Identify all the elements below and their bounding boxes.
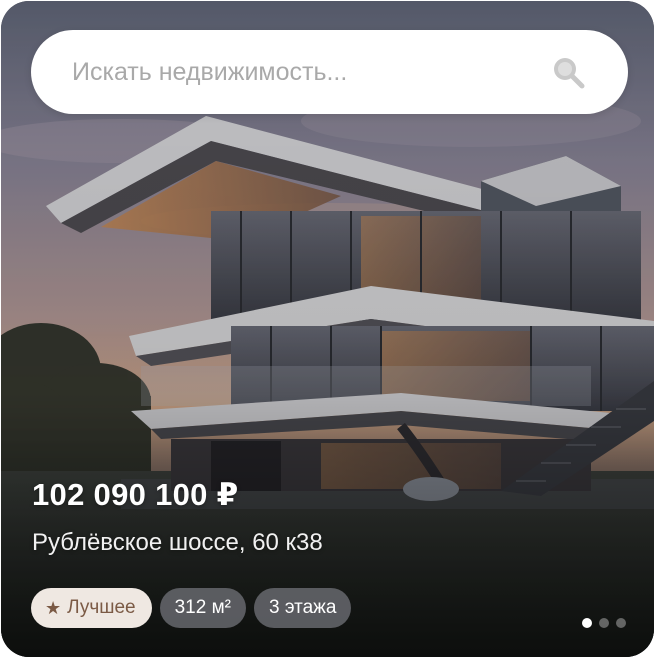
star-icon: ★	[45, 597, 62, 618]
carousel-dots	[582, 618, 626, 628]
tag-area[interactable]: 312 м²	[159, 588, 246, 628]
listing-address: Рублёвское шоссе, 60 к38	[32, 529, 323, 556]
tag-best[interactable]: ★ Лучшее	[31, 588, 152, 628]
carousel-dot[interactable]	[616, 618, 626, 628]
property-card[interactable]: 102 090 100 ₽ Рублёвское шоссе, 60 к38 ★…	[1, 1, 654, 657]
tag-floors[interactable]: 3 этажа	[253, 588, 352, 628]
carousel-dot[interactable]	[582, 618, 592, 628]
search-bar[interactable]	[31, 30, 628, 114]
carousel-dot[interactable]	[599, 618, 609, 628]
search-input[interactable]	[72, 57, 548, 87]
listing-tags: ★ Лучшее 312 м² 3 этажа	[31, 588, 352, 628]
listing-price: 102 090 100 ₽	[32, 477, 239, 512]
search-icon[interactable]	[548, 52, 588, 92]
tag-best-label: Лучшее	[67, 597, 136, 618]
